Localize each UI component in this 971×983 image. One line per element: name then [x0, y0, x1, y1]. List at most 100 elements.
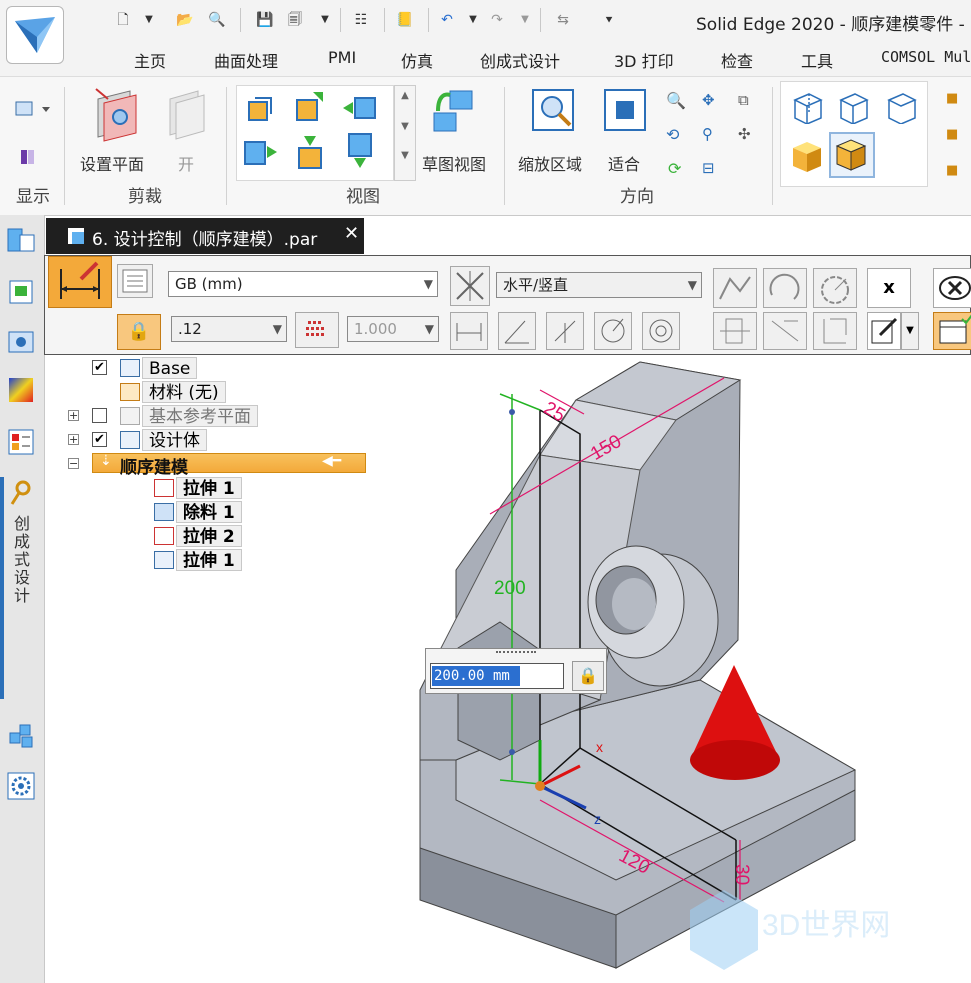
sketch-view-label[interactable]: 草图视图 — [422, 151, 486, 175]
fit-label[interactable]: 适合 — [608, 151, 640, 175]
customize-qat-icon[interactable]: ⯆ — [598, 8, 620, 32]
feature-library-icon[interactable] — [6, 327, 36, 357]
close-command-button[interactable]: x — [867, 268, 911, 308]
dimbox-grip[interactable] — [496, 651, 536, 653]
arc-dim-button[interactable] — [763, 268, 807, 308]
open-file-icon[interactable]: 📂 — [174, 8, 196, 32]
set-plane-icon[interactable] — [90, 85, 144, 145]
angle-dim-button[interactable] — [498, 312, 536, 350]
scale-select[interactable]: 1.000 ▼ — [347, 316, 439, 342]
save-all-icon[interactable]: 🗐 — [284, 8, 306, 32]
settings-gear-icon[interactable] — [6, 771, 36, 801]
layers-icon[interactable] — [6, 277, 36, 307]
view-front-icon[interactable] — [245, 94, 275, 124]
dim-group-button[interactable] — [813, 312, 857, 350]
chamfer-dim-button[interactable] — [713, 312, 757, 350]
assembly-icon[interactable] — [6, 721, 36, 751]
accept-button[interactable] — [933, 312, 971, 350]
orientation-button[interactable] — [450, 266, 490, 306]
edit-button[interactable] — [867, 312, 901, 350]
generative-design-icon[interactable] — [8, 479, 34, 507]
dim-axis-button[interactable] — [763, 312, 807, 350]
tab-surfacing[interactable]: 曲面处理 — [214, 48, 278, 72]
precision-select[interactable]: .12 ▼ — [171, 316, 287, 342]
open-label[interactable]: 开 — [178, 151, 194, 175]
rollback-arrow-icon[interactable]: ◀━ — [322, 453, 341, 469]
style-option-2-icon[interactable]: ■ — [946, 127, 958, 142]
dim-30[interactable]: 30 — [731, 864, 752, 885]
generative-design-label[interactable]: 创成式设计 — [10, 515, 32, 605]
shaded-icon[interactable] — [789, 138, 825, 174]
visible-edges-icon[interactable] — [835, 90, 871, 124]
redo-icon[interactable]: ↷ — [486, 8, 508, 32]
radius-dim-button[interactable] — [594, 312, 632, 350]
coordinate-dim-button[interactable] — [546, 312, 584, 350]
edit-dropdown-icon[interactable]: ▼ — [901, 312, 919, 350]
hidden-edges-icon[interactable] — [883, 90, 919, 124]
color-map-icon[interactable] — [6, 375, 36, 405]
view-bottom-icon[interactable] — [295, 134, 327, 174]
display-style-icon[interactable] — [18, 147, 40, 167]
set-plane-label[interactable]: 设置平面 — [80, 151, 144, 175]
rotate-icon[interactable]: ⟳ — [668, 159, 681, 178]
zoom-icon[interactable]: 🔍 — [666, 91, 686, 110]
document-icon[interactable]: 📒 — [394, 8, 416, 32]
symmetric-dim-button[interactable] — [713, 268, 757, 308]
zoom-area-icon[interactable] — [530, 87, 578, 135]
close-tab-icon[interactable]: ✕ — [344, 223, 359, 244]
sketch-view-icon[interactable] — [428, 85, 480, 137]
dim-200[interactable]: 200 — [494, 578, 526, 599]
properties-icon[interactable]: ☷ — [350, 8, 372, 32]
tab-simulation[interactable]: 仿真 — [401, 48, 433, 72]
undo-dropdown-icon[interactable]: ▼ — [462, 8, 484, 32]
undo-icon[interactable]: ↶ — [436, 8, 458, 32]
lock-dimension-button[interactable]: 🔒 — [117, 314, 161, 350]
tab-home[interactable]: 主页 — [134, 48, 166, 72]
view-left-icon[interactable] — [243, 138, 283, 170]
shaded-edges-button[interactable] — [829, 132, 875, 178]
angle-arc-dim-button[interactable] — [813, 268, 857, 308]
view-right-icon[interactable] — [341, 94, 381, 124]
fit-icon[interactable] — [602, 87, 648, 133]
repeat-icon[interactable]: ⇆ — [552, 8, 574, 32]
new-dropdown-icon[interactable]: ▼ — [138, 8, 160, 32]
orientation-select[interactable]: 水平/竖直 ▼ — [496, 272, 702, 298]
smart-dimension-button[interactable] — [48, 256, 112, 308]
document-tab[interactable]: 6. 设计控制（顺序建模）.par ✕ — [46, 218, 364, 254]
view-orient-icon[interactable]: ⊟ — [702, 159, 715, 177]
properties-panel-icon[interactable] — [6, 427, 36, 457]
diameter-dim-button[interactable] — [642, 312, 680, 350]
tab-inspect[interactable]: 检查 — [721, 48, 753, 72]
dimension-lock-button[interactable]: 🔒 — [572, 661, 604, 691]
save-icon[interactable]: 💾 — [254, 8, 276, 32]
copy-view-icon[interactable]: ⧉ — [738, 91, 749, 109]
wireframe-icon[interactable] — [789, 90, 825, 124]
decimal-places-button[interactable] — [295, 312, 339, 348]
zoom-area-label[interactable]: 缩放区域 — [518, 151, 582, 175]
dimension-standard-select[interactable]: GB (mm) ▼ — [168, 271, 438, 297]
pathfinder-icon[interactable] — [6, 225, 36, 255]
view-top-icon[interactable] — [293, 90, 327, 124]
ref-planes-checkbox[interactable] — [92, 408, 107, 423]
view-back-icon[interactable] — [345, 132, 377, 174]
base-checkbox[interactable]: ✔ — [92, 360, 107, 375]
design-body-checkbox[interactable]: ✔ — [92, 432, 107, 447]
cancel-command-button[interactable] — [933, 268, 971, 308]
quick-search-icon[interactable]: 🔍 — [206, 8, 228, 32]
dim-handle-bottom[interactable] — [509, 749, 515, 755]
expand-icon[interactable]: + — [68, 410, 79, 421]
tab-pmi[interactable]: PMI — [328, 48, 356, 67]
save-dropdown-icon[interactable]: ▼ — [314, 8, 336, 32]
collapse-icon[interactable]: − — [68, 458, 79, 469]
new-file-icon[interactable]: 🗋 — [112, 8, 134, 32]
tree-item-ordered[interactable]: − ⇣ 顺序建模 ◀━ — [66, 453, 366, 478]
tab-tools[interactable]: 工具 — [801, 48, 833, 72]
open-clip-icon[interactable] — [164, 87, 210, 141]
tab-comsol[interactable]: COMSOL Mul — [881, 48, 971, 66]
dim-handle-top[interactable] — [509, 409, 515, 415]
dimension-style-button[interactable] — [117, 264, 153, 298]
view-gallery-scroll[interactable]: ▲ ▼ ▼ — [394, 85, 416, 181]
tab-generative-design[interactable]: 创成式设计 — [480, 48, 560, 72]
previous-view-icon[interactable]: ⟲ — [666, 125, 679, 144]
tab-3d-print[interactable]: 3D 打印 — [614, 48, 674, 72]
